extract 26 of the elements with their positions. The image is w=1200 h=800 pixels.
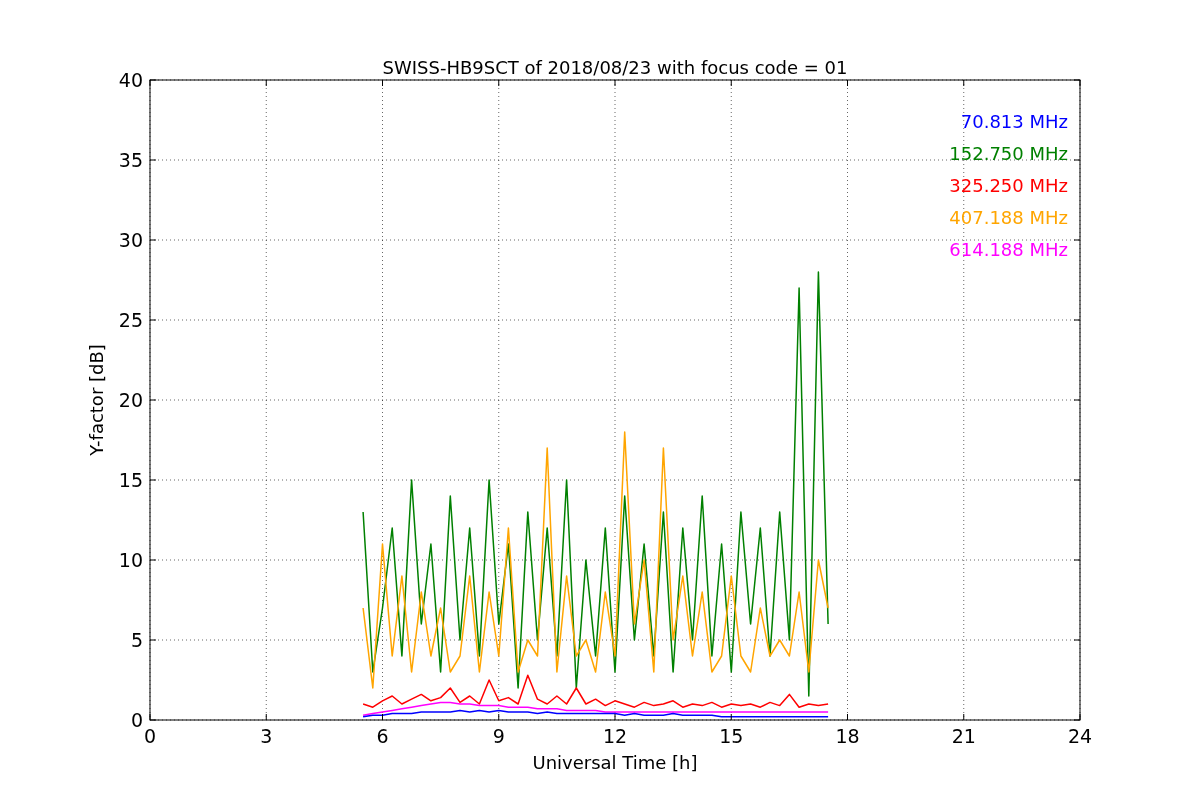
legend-label: 152.750 MHz (949, 143, 1068, 164)
y-axis-label: Y-factor [dB] (86, 344, 107, 456)
tick-label: 15 (719, 725, 744, 747)
tick-label: 21 (951, 725, 976, 747)
tick-label: 15 (118, 469, 143, 491)
tick-label: 0 (130, 709, 143, 731)
chart-title: SWISS-HB9SCT of 2018/08/23 with focus code = 01 (382, 57, 848, 78)
tick-label: 6 (376, 725, 389, 747)
tick-label: 24 (1067, 725, 1093, 747)
tick-label: 40 (118, 69, 143, 91)
legend-label: 70.813 MHz (960, 111, 1068, 132)
tick-label: 30 (118, 229, 143, 251)
tick-label: 35 (118, 149, 143, 171)
tick-label: 18 (835, 725, 860, 747)
legend-label: 325.250 MHz (949, 175, 1068, 196)
legend-label: 614.188 MHz (949, 239, 1068, 260)
tick-label: 5 (130, 629, 143, 651)
tick-label: 10 (118, 549, 143, 571)
tick-label: 25 (118, 309, 143, 331)
tick-label: 12 (602, 725, 628, 747)
x-axis-label: Universal Time [h] (532, 752, 698, 773)
legend-label: 407.188 MHz (949, 207, 1068, 228)
tick-label: 0 (143, 725, 157, 747)
tick-label: 3 (260, 725, 273, 747)
tick-label: 20 (118, 389, 143, 411)
tick-label: 9 (492, 725, 505, 747)
